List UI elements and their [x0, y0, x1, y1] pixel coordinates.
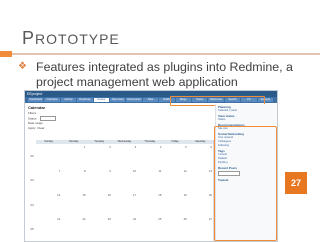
plugin-sidebar-highlight [214, 126, 277, 241]
calendar-day-cell[interactable]: 17 [111, 192, 139, 218]
day-number: 15 [82, 193, 86, 197]
calendar-day-cell[interactable]: 18 [137, 192, 164, 218]
calendar-day-cell[interactable]: 2 [86, 144, 113, 170]
day-number: 21 [57, 217, 61, 222]
day-number: 11 [158, 168, 162, 173]
calendar-day-cell[interactable]: 5 [162, 144, 189, 170]
calendar-day-cell[interactable]: 25 [137, 216, 164, 241]
day-number: 27 [208, 217, 212, 222]
day-number: 20 [208, 193, 212, 197]
calendar-day-cell[interactable] [36, 144, 63, 170]
day-number: 26 [183, 217, 187, 222]
calendar-grid: Sunday Monday Tuesday Wednesday Thursday Frid… [28, 140, 214, 241]
calendar-day-cell[interactable]: 16 [86, 192, 113, 218]
calendar-day-cell[interactable]: 21 [36, 216, 63, 241]
bullet-marker-icon: ❖ [18, 61, 27, 72]
redmine-screenshot: EEproject Dashboard Overview Activity Roadm… [24, 90, 278, 242]
filter-actions: Apply Clear [28, 126, 213, 131]
tab-item[interactable]: Dashboard [28, 98, 44, 102]
calendar-day-cell[interactable]: 8 [61, 168, 88, 194]
calendar-day-cell[interactable]: 22 [61, 216, 88, 241]
calendar-day-cell[interactable]: 6 [187, 144, 214, 170]
app-name: EEproject [27, 92, 43, 96]
title-rule [0, 51, 320, 57]
bullet-text: Features integrated as plugins into Redm… [36, 60, 293, 89]
calendar-day-cell[interactable]: 9 [86, 168, 113, 194]
calendar-day-cell[interactable]: 12 [162, 168, 189, 194]
day-number: 24 [133, 217, 137, 222]
day-number: 25 [158, 217, 162, 222]
tab-item[interactable]: Files [142, 98, 159, 102]
slide-title: PROTOTYPE [22, 28, 120, 49]
calendar-day-cell[interactable]: 23 [86, 216, 113, 241]
week-number: 22 [30, 154, 34, 159]
slide-title-rest: ROTOTYPE [35, 31, 120, 47]
day-number: 17 [133, 193, 137, 197]
calendar-day-cell[interactable]: 4 [137, 144, 164, 170]
day-number: 22 [82, 217, 86, 222]
day-number: 13 [208, 168, 212, 173]
slide-title-first: P [22, 28, 36, 48]
day-number: 19 [183, 193, 187, 197]
day-number: 1 [84, 144, 86, 149]
day-number: 10 [133, 168, 137, 173]
apply-link[interactable]: Apply [28, 126, 36, 130]
calendar-day-cell[interactable]: 1 [61, 144, 88, 170]
day-number: 23 [107, 217, 111, 222]
tab-item[interactable]: Issues [93, 98, 109, 102]
day-number: 3 [134, 144, 137, 149]
day-number: 7 [58, 168, 61, 173]
calendar-day-cell[interactable]: 20 [187, 192, 214, 218]
tab-item[interactable]: Overview [44, 98, 60, 102]
day-number: 14 [57, 193, 61, 197]
day-number: 8 [84, 168, 86, 173]
filter-status-label: Status [28, 116, 37, 121]
tab-item[interactable]: New issue [110, 98, 126, 102]
clear-link[interactable]: Clear [37, 126, 44, 130]
page-title: Calendar [28, 105, 46, 110]
tab-item[interactable]: Roadmap [77, 98, 93, 102]
day-number: 16 [107, 193, 111, 197]
calendar-day-cell[interactable]: 10 [111, 168, 139, 194]
day-number: 5 [185, 144, 187, 149]
day-number: 2 [109, 144, 111, 149]
week-number: 24 [30, 202, 34, 207]
week-number: 23 [30, 178, 34, 183]
day-number: 18 [158, 193, 162, 197]
calendar-day-cell[interactable]: 7 [36, 168, 63, 194]
calendar-day-cell[interactable]: 15 [61, 192, 88, 218]
calendar-day-cell[interactable]: 3 [111, 144, 139, 170]
calendar-day-cell[interactable]: 13 [187, 168, 214, 194]
filters-panel: Filters Status Date range Apply Clear [28, 111, 213, 135]
page-number: 27 [285, 172, 307, 194]
calendar-day-cell[interactable]: 24 [111, 216, 139, 241]
calendar-day-cell[interactable]: 27 [187, 216, 214, 241]
calendar-day-cell[interactable]: 19 [162, 192, 189, 218]
calendar-day-cell[interactable]: 14 [36, 192, 63, 218]
calendar-day-cell[interactable]: 26 [162, 216, 189, 241]
day-number: 12 [183, 168, 187, 173]
week-number: 25 [30, 226, 34, 231]
day-number: 6 [210, 144, 212, 149]
tab-item[interactable]: Activity [60, 98, 77, 102]
day-number: 4 [159, 144, 162, 149]
tab-item[interactable]: Documents [126, 98, 142, 102]
day-number: 9 [109, 168, 111, 173]
calendar-day-cell[interactable]: 11 [137, 168, 164, 194]
